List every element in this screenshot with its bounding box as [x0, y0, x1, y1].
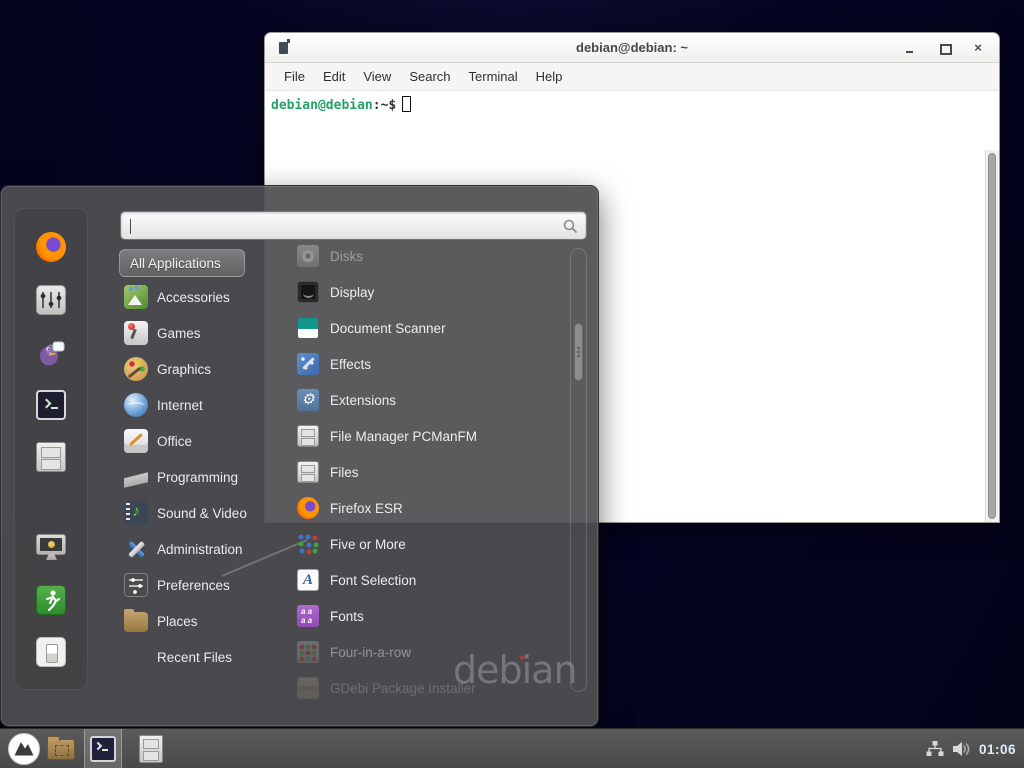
app-files[interactable]: Files [284, 454, 568, 490]
menu-terminal[interactable]: Terminal [460, 69, 527, 84]
pidgin-icon[interactable] [36, 337, 66, 367]
terminal-scrollbar-thumb[interactable] [988, 153, 996, 519]
file-manager-icon[interactable] [36, 442, 66, 472]
text-caret [130, 219, 131, 234]
category-graphics[interactable]: Graphics [119, 351, 284, 387]
terminal-cursor [402, 96, 411, 112]
taskbar: 01:06 [0, 728, 1024, 768]
category-games[interactable]: Games [119, 315, 284, 351]
empty-icon-slot [124, 645, 148, 669]
firefox-esr-icon [297, 497, 319, 519]
extensions-icon [297, 389, 319, 411]
category-accessories[interactable]: Accessories [119, 279, 284, 315]
prompt-user-host: debian@debian [271, 98, 373, 113]
menu-view[interactable]: View [354, 69, 400, 84]
app-effects[interactable]: Effects [284, 346, 568, 382]
disks-icon [297, 245, 319, 267]
office-icon [124, 429, 148, 453]
files-icon [297, 461, 319, 483]
search-icon [562, 218, 578, 234]
category-internet[interactable]: Internet [119, 387, 284, 423]
clock[interactable]: 01:06 [979, 742, 1016, 757]
files-task-button[interactable] [134, 729, 168, 768]
sound-video-icon [124, 501, 148, 525]
menu-file[interactable]: File [275, 69, 314, 84]
shut-down-icon[interactable] [36, 637, 66, 667]
menu-help[interactable]: Help [527, 69, 572, 84]
programming-icon [124, 465, 148, 489]
app-document-scanner[interactable]: Document Scanner [284, 310, 568, 346]
close-button[interactable]: × [971, 41, 985, 55]
effects-icon [297, 353, 319, 375]
category-sound-video[interactable]: Sound & Video [119, 495, 284, 531]
app-five-or-more[interactable]: Five or More [284, 526, 568, 562]
files-task-icon [139, 735, 163, 763]
firefox-icon[interactable] [36, 232, 66, 262]
category-programming[interactable]: Programming [119, 459, 284, 495]
category-office[interactable]: Office [119, 423, 284, 459]
terminal-scrollbar[interactable] [985, 150, 999, 522]
log-out-icon[interactable] [36, 585, 66, 615]
menu-scrollbar-thumb[interactable] [574, 323, 583, 381]
application-list: Disks Display Document Scanner Effects E… [284, 238, 568, 706]
search-input[interactable] [120, 211, 587, 240]
category-list: Accessories Games Graphics Internet Offi… [119, 279, 284, 675]
app-file-manager-pcmanfm[interactable]: File Manager PCManFM [284, 418, 568, 454]
selected-category-label: All Applications [130, 256, 221, 271]
maximize-button[interactable] [937, 41, 951, 55]
category-administration[interactable]: Administration [119, 531, 284, 567]
app-firefox-esr[interactable]: Firefox ESR [284, 490, 568, 526]
category-recent-files[interactable]: Recent Files [119, 639, 284, 675]
favorites-column [14, 208, 88, 690]
menu-edit[interactable]: Edit [314, 69, 354, 84]
menu-scrollbar[interactable] [570, 248, 587, 692]
system-tray: 01:06 [926, 729, 1024, 768]
places-icon [124, 612, 148, 632]
app-extensions[interactable]: Extensions [284, 382, 568, 418]
prompt-suffix: :~$ [373, 98, 396, 113]
preferences-icon [124, 573, 148, 597]
menu-logo-icon [7, 732, 41, 766]
category-all-applications[interactable]: All Applications [119, 249, 245, 277]
lock-screen-icon[interactable] [36, 534, 66, 555]
volume-icon[interactable] [952, 741, 971, 757]
category-places[interactable]: Places [119, 603, 284, 639]
app-font-selection[interactable]: Font Selection [284, 562, 568, 598]
accessories-icon [124, 285, 148, 309]
terminal-task-icon [90, 736, 116, 762]
shell-prompt: debian@debian:~$ [271, 96, 411, 113]
terminal-titlebar[interactable]: debian@debian: ~ × [265, 33, 999, 63]
minimize-button[interactable] [903, 41, 917, 55]
display-icon [297, 281, 319, 303]
five-or-more-icon [297, 533, 319, 555]
category-preferences[interactable]: Preferences [119, 567, 284, 603]
games-icon [124, 321, 148, 345]
desktop-folder-icon [47, 739, 75, 760]
app-gdebi-package-installer[interactable]: GDebi Package Installer [284, 670, 568, 706]
font-selection-icon [297, 569, 319, 591]
desktop-folder-button[interactable] [44, 729, 78, 768]
document-scanner-icon [297, 317, 319, 339]
four-in-a-row-icon [297, 641, 319, 663]
app-four-in-a-row[interactable]: Four-in-a-row [284, 634, 568, 670]
menu-button[interactable] [6, 729, 42, 768]
menu-search[interactable]: Search [400, 69, 459, 84]
network-icon[interactable] [926, 741, 944, 757]
gdebi-icon [297, 677, 319, 699]
file-manager-pcmanfm-icon [297, 425, 319, 447]
fonts-icon [297, 605, 319, 627]
app-disks[interactable]: Disks [284, 238, 568, 274]
app-fonts[interactable]: Fonts [284, 598, 568, 634]
internet-icon [124, 393, 148, 417]
terminal-task-button[interactable] [84, 729, 122, 768]
terminal-window-title: debian@debian: ~ [265, 40, 999, 55]
graphics-icon [124, 357, 148, 381]
application-menu: debian [0, 185, 599, 727]
administration-icon [124, 537, 148, 561]
terminal-icon[interactable] [36, 390, 66, 420]
app-display[interactable]: Display [284, 274, 568, 310]
terminal-menubar: File Edit View Search Terminal Help [265, 63, 999, 91]
control-center-icon[interactable] [36, 285, 66, 315]
